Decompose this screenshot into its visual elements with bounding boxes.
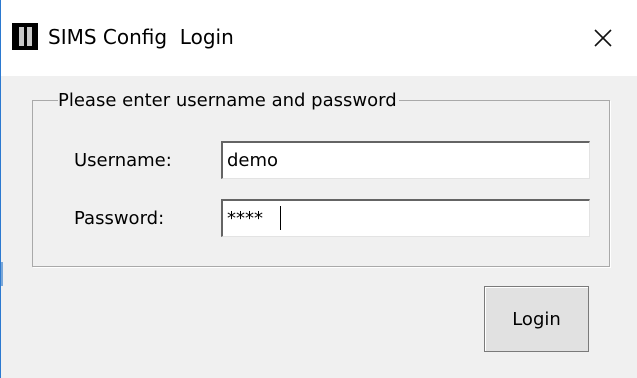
sims-app-icon[interactable]: [12, 23, 38, 50]
credentials-groupbox: [32, 100, 610, 267]
app-name: SIMS Config: [48, 25, 168, 49]
close-button[interactable]: [569, 0, 637, 76]
username-input[interactable]: [221, 141, 590, 179]
username-label: Username:: [74, 150, 172, 171]
app-icon-bar: [19, 27, 24, 46]
app-icon-bar: [27, 27, 32, 46]
login-button[interactable]: Login: [484, 286, 589, 352]
login-window: SIMS Config Login Please enter username …: [0, 0, 637, 378]
dialog-title: Login: [179, 25, 234, 49]
title-bar[interactable]: SIMS Config Login: [1, 0, 637, 76]
groupbox-legend: Please enter username and password: [58, 90, 399, 112]
text-caret: [280, 206, 281, 230]
window-edge-marker: [1, 262, 3, 286]
password-label: Password:: [74, 208, 165, 229]
window-title: SIMS Config Login: [48, 24, 234, 50]
close-icon: [594, 29, 612, 47]
password-input[interactable]: [221, 199, 590, 237]
